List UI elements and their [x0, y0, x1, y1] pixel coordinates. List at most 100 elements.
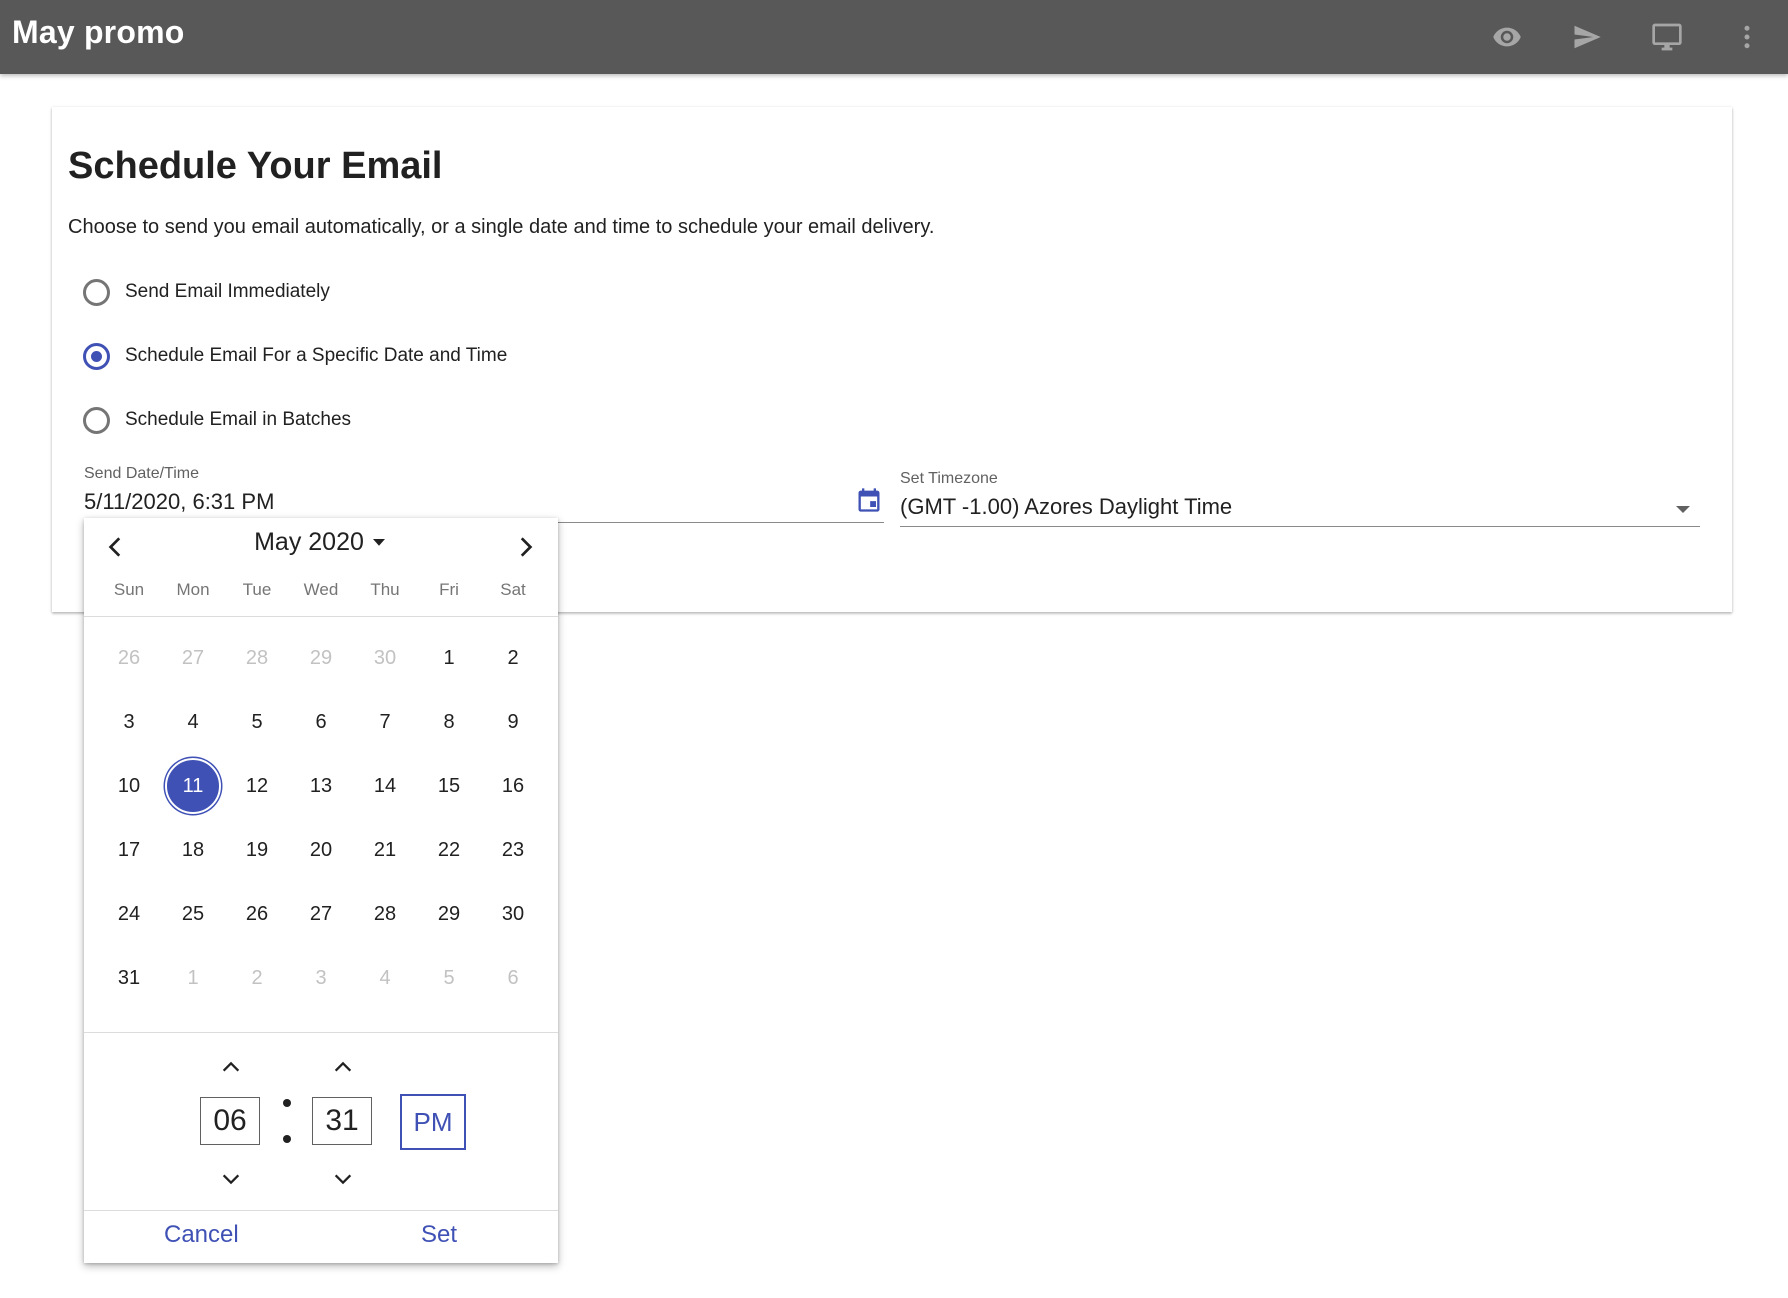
send-datetime-input[interactable]: 5/11/2020, 6:31 PM	[84, 489, 274, 515]
radio-button-checked[interactable]	[83, 342, 110, 370]
radio-label: Send Email Immediately	[125, 281, 330, 302]
calendar-day[interactable]: 3	[293, 950, 349, 1006]
time-colon	[283, 1099, 291, 1107]
send-button[interactable]	[1562, 12, 1612, 62]
calendar-day[interactable]: 26	[101, 630, 157, 686]
chevron-up-icon	[334, 1061, 352, 1072]
hour-decrement-button[interactable]	[211, 1164, 251, 1194]
chevron-right-icon	[520, 537, 533, 557]
calendar-day[interactable]: 12	[229, 758, 285, 814]
desktop-preview-button[interactable]	[1642, 12, 1692, 62]
weekday-label: Sat	[500, 580, 526, 599]
timezone-label: Set Timezone	[900, 470, 998, 487]
ampm-toggle[interactable]: PM	[400, 1094, 466, 1150]
calendar-day[interactable]: 5	[229, 694, 285, 750]
preview-button[interactable]	[1482, 12, 1532, 62]
calendar-day[interactable]: 30	[485, 886, 541, 942]
divider	[84, 616, 558, 617]
calendar-day[interactable]: 10	[101, 758, 157, 814]
chevron-down-icon	[334, 1174, 352, 1185]
month-year-selector[interactable]: May 2020	[84, 528, 558, 558]
app-bar: May promo	[0, 0, 1788, 74]
calendar-day[interactable]: 21	[357, 822, 413, 878]
calendar-day[interactable]: 18	[165, 822, 221, 878]
send-icon	[1574, 25, 1601, 49]
time-colon	[283, 1135, 291, 1143]
set-button[interactable]: Set	[421, 1221, 457, 1249]
calendar-day[interactable]: 15	[421, 758, 477, 814]
weekday-label: Thu	[370, 580, 400, 599]
divider	[84, 1032, 558, 1033]
cancel-button[interactable]: Cancel	[164, 1221, 239, 1249]
timezone-dropdown-button[interactable]	[1671, 497, 1695, 521]
minute-decrement-button[interactable]	[323, 1164, 363, 1194]
calendar-day[interactable]: 8	[421, 694, 477, 750]
calendar-day[interactable]: 29	[421, 886, 477, 942]
calendar-day[interactable]: 28	[357, 886, 413, 942]
divider	[84, 1210, 558, 1211]
calendar-day[interactable]: 25	[165, 886, 221, 942]
minute-input[interactable]: 31	[312, 1097, 372, 1145]
send-datetime-underline	[558, 522, 884, 523]
calendar-button[interactable]	[855, 486, 885, 516]
calendar-day[interactable]: 24	[101, 886, 157, 942]
timezone-underline	[900, 526, 1700, 527]
calendar-day[interactable]: 27	[293, 886, 349, 942]
calendar-day[interactable]: 17	[101, 822, 157, 878]
hour-input[interactable]: 06	[200, 1097, 260, 1145]
more-vertical-icon	[1744, 25, 1750, 49]
calendar-day[interactable]: 28	[229, 630, 285, 686]
minute-increment-button[interactable]	[323, 1052, 363, 1082]
radio-button[interactable]	[83, 406, 110, 434]
caret-down-icon	[1676, 506, 1690, 513]
calendar-day[interactable]: 4	[165, 694, 221, 750]
calendar-day[interactable]: 22	[421, 822, 477, 878]
calendar-day[interactable]: 4	[357, 950, 413, 1006]
calendar-day[interactable]: 1	[421, 630, 477, 686]
weekday-label: Mon	[176, 580, 210, 599]
calendar-day[interactable]: 30	[357, 630, 413, 686]
chevron-up-icon	[222, 1061, 240, 1072]
calendar-day[interactable]: 31	[101, 950, 157, 1006]
calendar-day[interactable]: 6	[293, 694, 349, 750]
calendar-day[interactable]: 6	[485, 950, 541, 1006]
caret-down-icon	[370, 529, 388, 558]
timezone-select[interactable]: (GMT -1.00) Azores Daylight Time	[900, 494, 1232, 520]
radio-schedule-specific[interactable]: Schedule Email For a Specific Date and T…	[83, 339, 507, 373]
calendar-day[interactable]: 26	[229, 886, 285, 942]
calendar-day[interactable]: 2	[485, 630, 541, 686]
hour-increment-button[interactable]	[211, 1052, 251, 1082]
calendar-day[interactable]: 9	[485, 694, 541, 750]
next-month-button[interactable]	[505, 527, 545, 567]
calendar-day[interactable]: 23	[485, 822, 541, 878]
calendar-day[interactable]: 14	[357, 758, 413, 814]
page-title: Schedule Your Email	[68, 145, 443, 187]
radio-button[interactable]	[83, 278, 110, 306]
calendar-day[interactable]: 29	[293, 630, 349, 686]
radio-schedule-batches[interactable]: Schedule Email in Batches	[83, 403, 351, 437]
radio-send-immediately[interactable]: Send Email Immediately	[83, 275, 330, 309]
calendar-day[interactable]: 7	[357, 694, 413, 750]
calendar-day[interactable]: 1	[165, 950, 221, 1006]
calendar-icon	[858, 488, 880, 512]
calendar-day[interactable]: 16	[485, 758, 541, 814]
eye-icon	[1493, 27, 1521, 47]
weekday-label: Fri	[439, 580, 459, 599]
more-button[interactable]	[1722, 12, 1772, 62]
radio-label: Schedule Email For a Specific Date and T…	[125, 345, 508, 366]
calendar-day[interactable]: 13	[293, 758, 349, 814]
weekday-label: Sun	[113, 580, 145, 599]
calendar-day[interactable]: 2	[229, 950, 285, 1006]
send-datetime-label: Send Date/Time	[84, 465, 200, 482]
monitor-icon	[1652, 23, 1682, 51]
calendar-day[interactable]: 20	[293, 822, 349, 878]
calendar-day[interactable]: 5	[421, 950, 477, 1006]
calendar-day[interactable]: 19	[229, 822, 285, 878]
chevron-down-icon	[222, 1174, 240, 1185]
calendar-day[interactable]: 3	[101, 694, 157, 750]
schedule-description: Choose to send you email automatically, …	[68, 216, 935, 238]
weekday-label: Tue	[242, 580, 272, 599]
selected-day[interactable]: 11	[165, 758, 221, 814]
calendar-day[interactable]: 27	[165, 630, 221, 686]
month-label: May 2020	[254, 528, 364, 556]
